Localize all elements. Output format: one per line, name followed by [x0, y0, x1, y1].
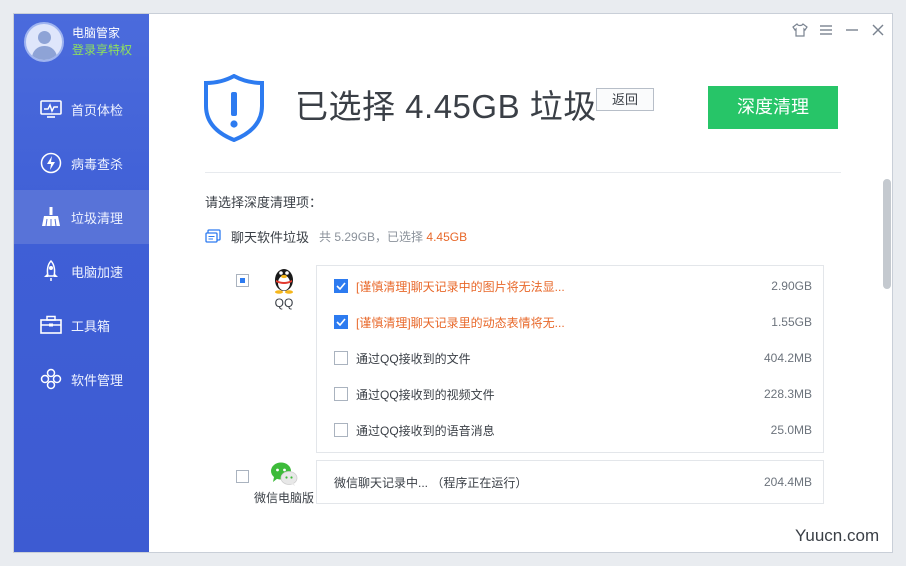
avatar[interactable]: [24, 22, 64, 62]
app-qq: QQ: [249, 264, 319, 310]
sidebar-item-software[interactable]: 软件管理: [14, 352, 149, 406]
qq-items-panel: [谨慎清理]聊天记录中的图片将无法显... 2.90GB [谨慎清理]聊天记录里…: [316, 265, 824, 453]
deep-clean-button[interactable]: 深度清理: [708, 86, 838, 129]
item-label: 通过QQ接收到的视频文件: [356, 387, 495, 402]
list-item[interactable]: 微信聊天记录中... （程序正在运行） 204.4MB: [317, 464, 823, 500]
app-wechat: 微信电脑版: [249, 461, 319, 506]
item-checkbox[interactable]: [334, 351, 348, 365]
sidebar-item-label: 工具箱: [71, 318, 111, 334]
app-name: 微信电脑版: [253, 491, 314, 505]
item-checkbox[interactable]: [334, 387, 348, 401]
item-label: 通过QQ接收到的语音消息: [356, 423, 495, 438]
item-size: 404.2MB: [763, 351, 812, 365]
rocket-icon: [39, 259, 63, 283]
item-size: 228.3MB: [763, 387, 812, 401]
sidebar-item-label: 首页体检: [71, 102, 124, 118]
category-name: 聊天软件垃圾: [231, 230, 310, 245]
item-size: 1.55GB: [771, 315, 812, 329]
qq-select-checkbox[interactable]: [236, 274, 249, 287]
back-button[interactable]: 返回: [596, 88, 654, 111]
item-label: 微信聊天记录中... （程序正在运行）: [334, 475, 528, 490]
chat-icon: [205, 229, 221, 244]
app-window: 电脑管家 登录享特权 首页体检 病毒查杀 垃圾清理 电脑加速 工具箱 软件管理 …: [13, 13, 893, 553]
wechat-icon: [249, 461, 319, 487]
sidebar-item-virus[interactable]: 病毒查杀: [14, 136, 149, 190]
page-title: 已选择 4.45GB 垃圾: [295, 88, 597, 125]
list-item[interactable]: 通过QQ接收到的视频文件 228.3MB: [317, 376, 823, 412]
qq-penguin-icon: [249, 264, 319, 294]
shield-warning-icon: [203, 73, 265, 147]
list-item[interactable]: [谨慎清理]聊天记录里的动态表情将无... 1.55GB: [317, 304, 823, 340]
login-link[interactable]: 登录享特权: [72, 42, 132, 59]
list-item[interactable]: 通过QQ接收到的文件 404.2MB: [317, 340, 823, 376]
wechat-items-panel: 微信聊天记录中... （程序正在运行） 204.4MB: [316, 460, 824, 504]
monitor-icon: [39, 97, 63, 121]
list-item[interactable]: [谨慎清理]聊天记录中的图片将无法显... 2.90GB: [317, 268, 823, 304]
divider: [205, 172, 841, 173]
profile[interactable]: 电脑管家 登录享特权: [24, 22, 132, 62]
sidebar-item-toolbox[interactable]: 工具箱: [14, 298, 149, 352]
main-panel: 已选择 4.45GB 垃圾 返回 深度清理 请选择深度清理项： 聊天软件垃圾 共…: [149, 14, 892, 552]
item-label: [谨慎清理]聊天记录中的图片将无法显...: [356, 279, 565, 294]
item-label: 通过QQ接收到的文件: [356, 351, 471, 366]
profile-name: 电脑管家: [72, 26, 121, 40]
sidebar-item-checkup[interactable]: 首页体检: [14, 82, 149, 136]
broom-icon: [39, 205, 63, 229]
item-size: 2.90GB: [771, 279, 812, 293]
category-summary: 共 5.29GB，已选择 4.45GB: [319, 228, 467, 245]
sidebar-item-cleanup[interactable]: 垃圾清理: [14, 190, 149, 244]
sidebar-item-label: 软件管理: [71, 372, 124, 388]
sidebar-item-label: 垃圾清理: [71, 210, 124, 226]
software-icon: [39, 367, 63, 391]
app-name: QQ: [274, 296, 294, 310]
category-header[interactable]: 聊天软件垃圾 共 5.29GB，已选择 4.45GB: [205, 227, 467, 246]
item-size: 25.0MB: [770, 423, 812, 437]
category-selected: 4.45GB: [426, 230, 468, 244]
item-checkbox[interactable]: [334, 315, 348, 329]
item-checkbox[interactable]: [334, 279, 348, 293]
item-size: 204.4MB: [763, 475, 812, 489]
list-item[interactable]: 通过QQ接收到的语音消息 25.0MB: [317, 412, 823, 448]
item-label: [谨慎清理]聊天记录里的动态表情将无...: [356, 315, 565, 330]
sidebar-item-label: 病毒查杀: [71, 156, 124, 172]
watermark: Yuucn.com: [795, 526, 880, 545]
toolbox-icon: [39, 313, 63, 337]
lightning-icon: [39, 151, 63, 175]
scrollbar-thumb[interactable]: [883, 179, 891, 289]
sidebar-item-speedup[interactable]: 电脑加速: [14, 244, 149, 298]
sidebar-item-label: 电脑加速: [71, 264, 124, 280]
sidebar-nav: 首页体检 病毒查杀 垃圾清理 电脑加速 工具箱 软件管理: [14, 82, 149, 406]
category-summary-text: 共 5.29GB，已选择: [319, 230, 427, 244]
wechat-select-checkbox[interactable]: [236, 470, 249, 483]
sidebar: 电脑管家 登录享特权 首页体检 病毒查杀 垃圾清理 电脑加速 工具箱 软件管理: [14, 14, 149, 552]
item-checkbox[interactable]: [334, 423, 348, 437]
section-prompt: 请选择深度清理项：: [205, 195, 323, 210]
